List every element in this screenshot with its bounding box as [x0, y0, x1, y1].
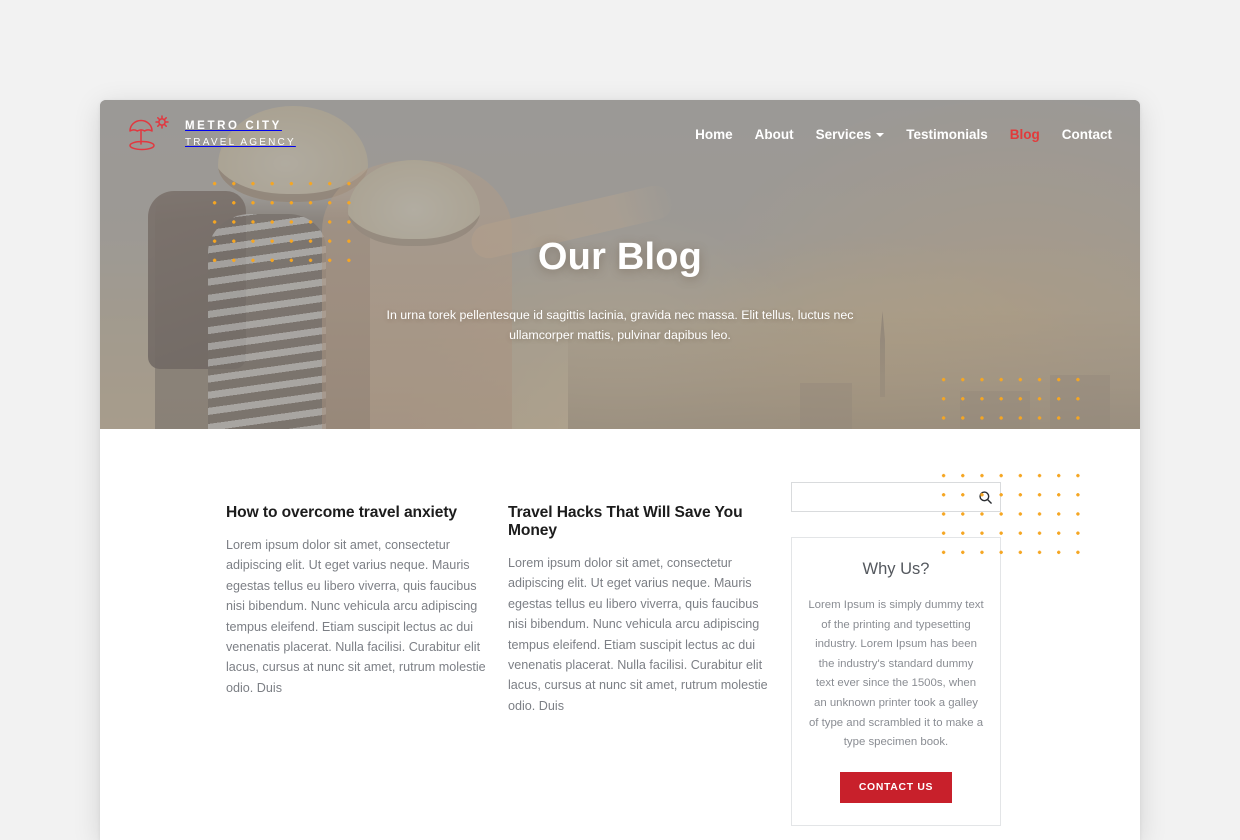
- browser-page: METRO CITY TRAVEL AGENCY Home About Serv…: [100, 100, 1140, 840]
- brand-text: METRO CITY TRAVEL AGENCY: [185, 118, 296, 151]
- nav-item-about[interactable]: About: [755, 127, 794, 142]
- dot-pattern-below-hero: [932, 464, 1084, 560]
- why-us-card: Why Us? Lorem Ipsum is simply dummy text…: [791, 537, 1001, 826]
- post-excerpt: Lorem ipsum dolor sit amet, consectetur …: [508, 556, 768, 713]
- post-title[interactable]: How to overcome travel anxiety: [226, 504, 489, 522]
- brand-line-2: TRAVEL AGENCY: [185, 137, 296, 148]
- page-title: Our Blog: [537, 236, 703, 278]
- brand-logo[interactable]: METRO CITY TRAVEL AGENCY: [126, 114, 296, 154]
- nav-item-testimonials[interactable]: Testimonials: [906, 127, 988, 142]
- beach-umbrella-icon: [126, 114, 172, 154]
- why-us-title: Why Us?: [862, 560, 930, 578]
- hero-copy: Our Blog In urna torek pellentesque id s…: [100, 236, 1140, 345]
- hero-subtitle: In urna torek pellentesque id sagittis l…: [386, 308, 854, 343]
- nav-label: Services: [815, 126, 872, 142]
- nav-item-contact[interactable]: Contact: [1062, 127, 1112, 142]
- post-excerpt: Lorem ipsum dolor sit amet, consectetur …: [226, 538, 486, 695]
- post-title[interactable]: Travel Hacks That Will Save You Money: [508, 504, 771, 540]
- nav-label: Testimonials: [906, 126, 988, 142]
- nav-item-blog[interactable]: Blog: [1010, 127, 1040, 142]
- brand-line-1: METRO CITY: [185, 119, 282, 132]
- nav-label: About: [754, 126, 794, 142]
- blog-post: How to overcome travel anxiety Lorem ips…: [226, 482, 489, 716]
- nav-label: Home: [695, 126, 733, 142]
- blog-post: Travel Hacks That Will Save You Money Lo…: [508, 482, 771, 716]
- nav-item-home[interactable]: Home: [695, 127, 733, 142]
- main-navigation: Home About Services Testimonials Blog Co…: [695, 127, 1112, 142]
- site-header: METRO CITY TRAVEL AGENCY Home About Serv…: [100, 100, 1140, 168]
- hero-banner: METRO CITY TRAVEL AGENCY Home About Serv…: [100, 100, 1140, 429]
- blog-post-list: How to overcome travel anxiety Lorem ips…: [226, 482, 771, 716]
- contact-us-button[interactable]: CONTACT US: [839, 771, 953, 803]
- why-us-body: Lorem Ipsum is simply dummy text of the …: [808, 599, 984, 749]
- nav-label: Blog: [1009, 126, 1040, 142]
- nav-label: Contact: [1061, 126, 1112, 142]
- dot-pattern-right: [932, 368, 1084, 429]
- nav-item-services[interactable]: Services: [816, 127, 885, 142]
- chevron-down-icon: [876, 133, 885, 137]
